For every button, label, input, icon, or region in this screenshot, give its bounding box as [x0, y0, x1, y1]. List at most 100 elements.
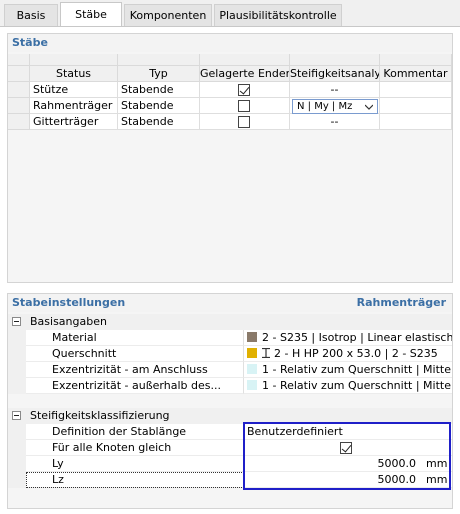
steifigkeit-dropdown[interactable]: N | My | Mz — [292, 99, 378, 114]
property-value[interactable]: Benutzerdefiniert — [244, 424, 452, 440]
property-value[interactable]: 5000.0 mm — [244, 472, 452, 488]
length-definition-value: Benutzerdefiniert — [247, 425, 343, 438]
group-header-basisangaben[interactable]: Basisangaben — [8, 314, 452, 330]
lz-unit: mm — [426, 473, 448, 486]
property-row-exzentrizitaet-ausserhalb[interactable]: Exzentrizität - außerhalb des... 1 - Rel… — [8, 378, 452, 394]
table-corner — [8, 54, 30, 66]
group-label: Basisangaben — [30, 315, 107, 328]
i-beam-icon — [262, 347, 270, 359]
property-value[interactable]: 1 - Relativ zum Querschnitt | Mitte... — [244, 362, 452, 378]
eccentricity-color-swatch — [247, 364, 257, 374]
chevron-down-icon — [365, 104, 373, 110]
property-row-alle-knoten-gleich[interactable]: Für alle Knoten gleich — [8, 440, 452, 456]
eccentricity-color-swatch — [247, 380, 257, 390]
column-header-gelagerte-enden[interactable]: Gelagerte Enden — [200, 66, 290, 82]
property-value[interactable]: 2 - S235 | Isotrop | Linear elastisch — [244, 330, 452, 346]
steifigkeit-dropdown-value: N | My | Mz — [297, 101, 353, 112]
group-gutter — [8, 362, 26, 378]
property-value[interactable]: 5000.0 mm — [244, 456, 452, 472]
property-name: Material — [26, 330, 244, 346]
property-value[interactable]: 1 - Relativ zum Querschnitt | Mitte... — [244, 378, 452, 394]
section-color-swatch — [247, 348, 257, 358]
row-selector[interactable] — [8, 82, 30, 98]
property-row-ly[interactable]: Ly 5000.0 mm — [8, 456, 452, 472]
table-cell-typ[interactable]: Stabende — [118, 114, 200, 130]
table-cell-kommentar[interactable] — [380, 114, 452, 130]
section-value: 2 - H HP 200 x 53.0 | 2 - S235 — [274, 347, 438, 360]
table-header-spacer — [118, 54, 200, 66]
property-name: Ly — [26, 456, 244, 472]
group-gutter — [8, 472, 26, 488]
group-gutter — [8, 378, 26, 394]
table-header-spacer — [200, 54, 290, 66]
property-row-definition-stablaenge[interactable]: Definition der Stablänge Benutzerdefinie… — [8, 424, 452, 440]
table-cell-kommentar[interactable] — [380, 98, 452, 114]
group-spacer — [8, 394, 452, 408]
table-cell-status[interactable]: Stütze — [30, 82, 118, 98]
member-settings-header: Stabeinstellungen Rahmenträger — [8, 294, 452, 312]
property-name: Für alle Knoten gleich — [26, 440, 244, 456]
table-header-spacer — [30, 54, 118, 66]
tab-divider — [0, 26, 460, 27]
collapse-icon[interactable] — [12, 411, 21, 420]
property-row-lz[interactable]: Lz 5000.0 mm — [8, 472, 452, 488]
ly-unit: mm — [426, 457, 448, 470]
table-cell-typ[interactable]: Stabende — [118, 82, 200, 98]
tab-staebe[interactable]: Stäbe — [60, 2, 122, 27]
grid-empty-area — [8, 488, 452, 508]
table-cell-status[interactable]: Rahmenträger — [30, 98, 118, 114]
table-cell-status[interactable]: Gitterträger — [30, 114, 118, 130]
column-header-kommentar[interactable]: Kommentar — [380, 66, 452, 82]
group-header-steifigkeitsklassifizierung[interactable]: Steifigkeitsklassifizierung — [8, 408, 452, 424]
column-header-typ[interactable]: Typ — [118, 66, 200, 82]
group-gutter — [8, 424, 26, 440]
table-header-spacer — [290, 54, 380, 66]
property-value — [244, 440, 452, 456]
property-row-querschnitt[interactable]: Querschnitt 2 - H HP 200 x 53.0 | 2 - S2… — [8, 346, 452, 362]
tab-komponenten[interactable]: Komponenten — [124, 4, 212, 26]
group-gutter — [8, 440, 26, 456]
table-cell-steifigkeit[interactable]: -- — [290, 82, 380, 98]
gelagerte-enden-checkbox[interactable] — [238, 116, 250, 128]
alle-knoten-gleich-checkbox[interactable] — [340, 442, 352, 454]
row-selector[interactable] — [8, 98, 30, 114]
member-settings-context: Rahmenträger — [356, 296, 446, 309]
group-gutter — [8, 314, 26, 330]
table-header-spacer — [380, 54, 452, 66]
lz-value: 5000.0 — [377, 473, 417, 486]
property-row-exzentrizitaet-anschluss[interactable]: Exzentrizität - am Anschluss 1 - Relativ… — [8, 362, 452, 378]
members-panel: Stäbe Status Typ Gelagerte Enden Steifig… — [7, 33, 453, 283]
gelagerte-enden-checkbox[interactable] — [238, 100, 250, 112]
table-cell-kommentar[interactable] — [380, 82, 452, 98]
tab-plausibilitaetskontrolle[interactable]: Plausibilitätskontrolle — [214, 4, 342, 26]
group-gutter — [8, 330, 26, 346]
property-value[interactable]: 2 - H HP 200 x 53.0 | 2 - S235 — [244, 346, 452, 362]
column-header-steifigkeit[interactable]: Steifigkeitsanaly — [290, 66, 380, 82]
ly-value: 5000.0 — [377, 457, 417, 470]
table-cell-steifigkeit[interactable]: -- — [290, 114, 380, 130]
gelagerte-enden-checkbox[interactable] — [238, 84, 250, 96]
collapse-icon[interactable] — [12, 317, 21, 326]
tab-bar: Basis Stäbe Komponenten Plausibilitätsko… — [0, 0, 460, 27]
group-label: Steifigkeitsklassifizierung — [30, 409, 170, 422]
table-cell-typ[interactable]: Stabende — [118, 98, 200, 114]
table-header-row-selector — [8, 66, 30, 82]
eccentricity-value: 1 - Relativ zum Querschnitt | Mitte... — [262, 379, 452, 392]
property-name: Definition der Stablänge — [26, 424, 244, 440]
eccentricity-value: 1 - Relativ zum Querschnitt | Mitte... — [262, 363, 452, 376]
group-gutter — [8, 346, 26, 362]
member-settings-title: Stabeinstellungen — [12, 296, 126, 309]
group-gutter — [8, 408, 26, 424]
members-panel-title: Stäbe — [8, 34, 452, 52]
material-value: 2 - S235 | Isotrop | Linear elastisch — [262, 331, 452, 344]
member-settings-panel: Stabeinstellungen Rahmenträger Basisanga… — [7, 293, 453, 509]
property-name: Exzentrizität - am Anschluss — [26, 362, 244, 378]
tab-basis[interactable]: Basis — [4, 4, 58, 26]
column-header-status[interactable]: Status — [30, 66, 118, 82]
property-name: Querschnitt — [26, 346, 244, 362]
row-selector[interactable] — [8, 114, 30, 130]
property-name: Lz — [26, 472, 244, 488]
material-color-swatch — [247, 332, 257, 342]
group-gutter — [8, 456, 26, 472]
property-row-material[interactable]: Material 2 - S235 | Isotrop | Linear ela… — [8, 330, 452, 346]
